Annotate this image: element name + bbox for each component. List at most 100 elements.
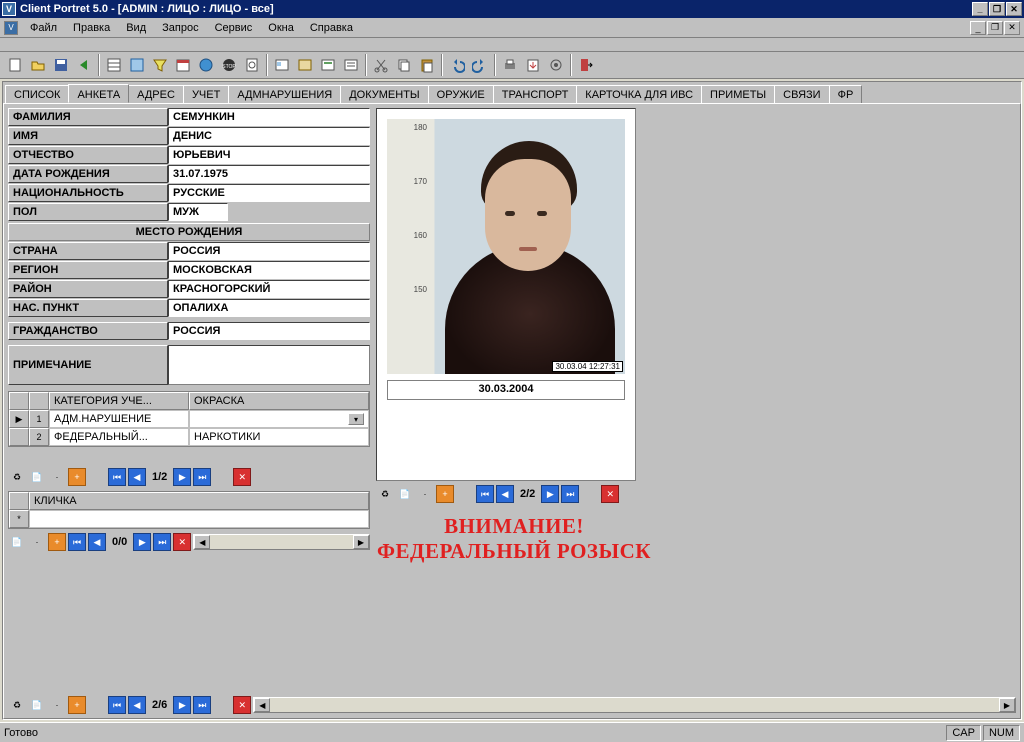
- tool-preview-icon[interactable]: [241, 54, 263, 76]
- last-button[interactable]: ⏭: [153, 533, 171, 551]
- doc-icon[interactable]: 📄: [28, 696, 46, 714]
- tool-new-icon[interactable]: [4, 54, 26, 76]
- tool-calendar-icon[interactable]: [172, 54, 194, 76]
- tool-open-icon[interactable]: [27, 54, 49, 76]
- value-note[interactable]: [168, 345, 370, 385]
- gh-category[interactable]: КАТЕГОРИЯ УЧЕ...: [49, 392, 189, 410]
- mdi-restore-button[interactable]: ❐: [987, 21, 1003, 35]
- value-dob[interactable]: 31.07.1975: [168, 165, 370, 183]
- tool-card4-icon[interactable]: [340, 54, 362, 76]
- add-button[interactable]: +: [436, 485, 454, 503]
- cell-nickname[interactable]: [29, 510, 369, 528]
- menu-help[interactable]: Справка: [302, 20, 361, 36]
- last-button[interactable]: ⏭: [193, 468, 211, 486]
- scroll-left-icon[interactable]: ◀: [194, 535, 210, 549]
- prev-button[interactable]: ◀: [128, 468, 146, 486]
- tab-documents[interactable]: ДОКУМЕНТЫ: [340, 85, 428, 104]
- tool-settings-icon[interactable]: [545, 54, 567, 76]
- mdi-close-button[interactable]: ✕: [1004, 21, 1020, 35]
- tool-form-icon[interactable]: [126, 54, 148, 76]
- tab-address[interactable]: АДРЕС: [128, 85, 184, 104]
- close-button[interactable]: ✕: [1006, 2, 1022, 16]
- last-button[interactable]: ⏭: [561, 485, 579, 503]
- first-button[interactable]: ⏮: [476, 485, 494, 503]
- add-button[interactable]: +: [68, 696, 86, 714]
- next-button[interactable]: ▶: [173, 696, 191, 714]
- doc-icon[interactable]: 📄: [396, 485, 414, 503]
- tool-undo-icon[interactable]: [446, 54, 468, 76]
- doc-icon[interactable]: 📄: [28, 468, 46, 486]
- nick-scrollbar[interactable]: ◀ ▶: [193, 534, 370, 550]
- prev-button[interactable]: ◀: [88, 533, 106, 551]
- last-button[interactable]: ⏭: [193, 696, 211, 714]
- tab-questionnaire[interactable]: АНКЕТА: [68, 84, 129, 103]
- tool-grid-icon[interactable]: [103, 54, 125, 76]
- doc-icon[interactable]: 📄: [8, 533, 26, 551]
- value-name[interactable]: ДЕНИС: [168, 127, 370, 145]
- prev-button[interactable]: ◀: [496, 485, 514, 503]
- cell-color[interactable]: НАРКОТИКИ: [189, 428, 369, 446]
- tab-weapon[interactable]: ОРУЖИЕ: [428, 85, 494, 104]
- cell-color[interactable]: ▾: [189, 410, 369, 428]
- refresh-icon[interactable]: ♻: [8, 468, 26, 486]
- tab-transport[interactable]: ТРАНСПОРТ: [493, 85, 578, 104]
- tab-marks[interactable]: ПРИМЕТЫ: [701, 85, 775, 104]
- tool-copy-icon[interactable]: [393, 54, 415, 76]
- tool-card2-icon[interactable]: [294, 54, 316, 76]
- photo-date[interactable]: 30.03.2004: [387, 380, 625, 400]
- add-button[interactable]: +: [48, 533, 66, 551]
- value-sex[interactable]: МУЖ: [168, 203, 228, 221]
- tool-globe-icon[interactable]: [195, 54, 217, 76]
- delete-button[interactable]: ✕: [233, 696, 251, 714]
- refresh-icon[interactable]: ♻: [376, 485, 394, 503]
- menu-query[interactable]: Запрос: [154, 20, 206, 36]
- tool-stop-icon[interactable]: STOP: [218, 54, 240, 76]
- nickname-grid[interactable]: КЛИЧКА *: [8, 491, 370, 529]
- value-nationality[interactable]: РУССКИЕ: [168, 184, 370, 202]
- tab-admviolations[interactable]: АДМНАРУШЕНИЯ: [228, 85, 341, 104]
- delete-button[interactable]: ✕: [233, 468, 251, 486]
- delete-button[interactable]: ✕: [601, 485, 619, 503]
- cell-category[interactable]: ФЕДЕРАЛЬНЫЙ...: [49, 428, 189, 446]
- tab-fr[interactable]: ФР: [829, 85, 863, 104]
- first-button[interactable]: ⏮: [68, 533, 86, 551]
- cell-category[interactable]: АДМ.НАРУШЕНИЕ: [49, 410, 189, 428]
- minimize-button[interactable]: _: [972, 2, 988, 16]
- first-button[interactable]: ⏮: [108, 468, 126, 486]
- tool-redo-icon[interactable]: [469, 54, 491, 76]
- menu-service[interactable]: Сервис: [207, 20, 261, 36]
- scroll-right-icon[interactable]: ▶: [353, 535, 369, 549]
- tool-cut-icon[interactable]: [370, 54, 392, 76]
- gh-color[interactable]: ОКРАСКА: [189, 392, 369, 410]
- tool-paste-icon[interactable]: [416, 54, 438, 76]
- refresh-icon[interactable]: ♻: [8, 696, 26, 714]
- value-patronymic[interactable]: ЮРЬЕВИЧ: [168, 146, 370, 164]
- menu-windows[interactable]: Окна: [260, 20, 302, 36]
- minus-icon[interactable]: ·: [48, 468, 66, 486]
- scroll-right-icon[interactable]: ▶: [999, 698, 1015, 712]
- add-button[interactable]: +: [68, 468, 86, 486]
- value-citizenship[interactable]: РОССИЯ: [168, 322, 370, 340]
- dropdown-icon[interactable]: ▾: [348, 413, 364, 425]
- maximize-button[interactable]: ❐: [989, 2, 1005, 16]
- tab-links[interactable]: СВЯЗИ: [774, 85, 829, 104]
- minus-icon[interactable]: ·: [48, 696, 66, 714]
- tool-save-icon[interactable]: [50, 54, 72, 76]
- tab-record[interactable]: УЧЕТ: [183, 85, 229, 104]
- scroll-left-icon[interactable]: ◀: [254, 698, 270, 712]
- first-button[interactable]: ⏮: [108, 696, 126, 714]
- value-locality[interactable]: ОПАЛИХА: [168, 299, 370, 317]
- tool-exit-icon[interactable]: [575, 54, 597, 76]
- menu-file[interactable]: Файл: [22, 20, 65, 36]
- menu-view[interactable]: Вид: [118, 20, 154, 36]
- mugshot-photo[interactable]: 180 170 160 150 30.03.04 12:27:31: [387, 119, 625, 374]
- minus-icon[interactable]: ·: [28, 533, 46, 551]
- tool-print-icon[interactable]: [499, 54, 521, 76]
- category-grid[interactable]: КАТЕГОРИЯ УЧЕ... ОКРАСКА ▶ 1 АДМ.НАРУШЕН…: [8, 391, 370, 447]
- value-district[interactable]: КРАСНОГОРСКИЙ: [168, 280, 370, 298]
- menu-edit[interactable]: Правка: [65, 20, 118, 36]
- main-scrollbar[interactable]: ◀ ▶: [253, 697, 1016, 713]
- delete-button[interactable]: ✕: [173, 533, 191, 551]
- mdi-minimize-button[interactable]: _: [970, 21, 986, 35]
- tool-card1-icon[interactable]: [271, 54, 293, 76]
